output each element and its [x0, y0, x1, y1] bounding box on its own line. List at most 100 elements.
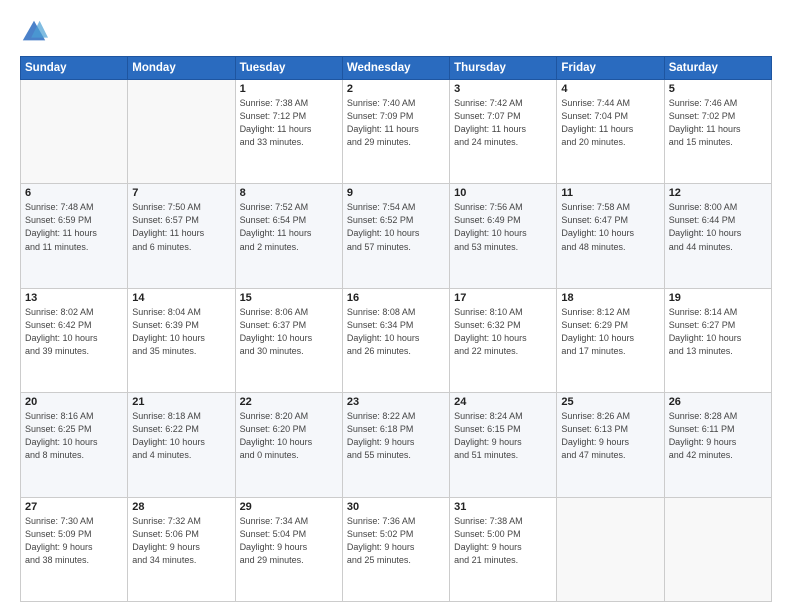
day-info: Sunrise: 8:06 AM Sunset: 6:37 PM Dayligh… — [240, 306, 338, 358]
day-number: 10 — [454, 187, 552, 199]
calendar-day-cell: 10 Sunrise: 7:56 AM Sunset: 6:49 PM Dayli… — [450, 184, 557, 288]
logo-icon — [20, 18, 48, 46]
calendar-day-cell: 20 Sunrise: 8:16 AM Sunset: 6:25 PM Dayli… — [21, 393, 128, 497]
day-number: 22 — [240, 396, 338, 408]
weekday-header-saturday: Saturday — [664, 57, 771, 80]
calendar-day-cell: 29 Sunrise: 7:34 AM Sunset: 5:04 PM Dayli… — [235, 497, 342, 601]
day-info: Sunrise: 8:14 AM Sunset: 6:27 PM Dayligh… — [669, 306, 767, 358]
day-number: 15 — [240, 292, 338, 304]
day-number: 7 — [132, 187, 230, 199]
day-info: Sunrise: 7:50 AM Sunset: 6:57 PM Dayligh… — [132, 201, 230, 253]
day-number: 31 — [454, 501, 552, 513]
calendar-day-cell: 16 Sunrise: 8:08 AM Sunset: 6:34 PM Dayli… — [342, 288, 449, 392]
calendar-week-row: 13Sunrise: 8:02 AM Sunset: 6:42 PM Dayli… — [21, 288, 772, 392]
calendar-day-cell: 9 Sunrise: 7:54 AM Sunset: 6:52 PM Daylig… — [342, 184, 449, 288]
calendar-day-cell: 4 Sunrise: 7:44 AM Sunset: 7:04 PM Daylig… — [557, 80, 664, 184]
day-info: Sunrise: 8:10 AM Sunset: 6:32 PM Dayligh… — [454, 306, 552, 358]
day-info: Sunrise: 8:22 AM Sunset: 6:18 PM Dayligh… — [347, 410, 445, 462]
calendar-day-cell: 28Sunrise: 7:32 AM Sunset: 5:06 PM Dayli… — [128, 497, 235, 601]
calendar-day-cell: 13Sunrise: 8:02 AM Sunset: 6:42 PM Dayli… — [21, 288, 128, 392]
calendar-table: SundayMondayTuesdayWednesdayThursdayFrid… — [20, 56, 772, 602]
day-info: Sunrise: 8:18 AM Sunset: 6:22 PM Dayligh… — [132, 410, 230, 462]
weekday-header-monday: Monday — [128, 57, 235, 80]
day-info: Sunrise: 8:00 AM Sunset: 6:44 PM Dayligh… — [669, 201, 767, 253]
weekday-header-sunday: Sunday — [21, 57, 128, 80]
day-number: 26 — [669, 396, 767, 408]
day-info: Sunrise: 7:56 AM Sunset: 6:49 PM Dayligh… — [454, 201, 552, 253]
calendar-day-cell: 8Sunrise: 7:52 AM Sunset: 6:54 PM Daylig… — [235, 184, 342, 288]
day-info: Sunrise: 8:20 AM Sunset: 6:20 PM Dayligh… — [240, 410, 338, 462]
logo — [20, 18, 52, 46]
day-number: 16 — [347, 292, 445, 304]
day-number: 11 — [561, 187, 659, 199]
day-number: 17 — [454, 292, 552, 304]
day-number: 25 — [561, 396, 659, 408]
day-info: Sunrise: 7:30 AM Sunset: 5:09 PM Dayligh… — [25, 515, 123, 567]
day-number: 6 — [25, 187, 123, 199]
calendar-day-cell: 23 Sunrise: 8:22 AM Sunset: 6:18 PM Dayli… — [342, 393, 449, 497]
calendar-day-cell: 5 Sunrise: 7:46 AM Sunset: 7:02 PM Daylig… — [664, 80, 771, 184]
day-info: Sunrise: 7:36 AM Sunset: 5:02 PM Dayligh… — [347, 515, 445, 567]
calendar-day-cell: 27 Sunrise: 7:30 AM Sunset: 5:09 PM Dayli… — [21, 497, 128, 601]
day-info: Sunrise: 8:12 AM Sunset: 6:29 PM Dayligh… — [561, 306, 659, 358]
day-info: Sunrise: 8:24 AM Sunset: 6:15 PM Dayligh… — [454, 410, 552, 462]
day-info: Sunrise: 7:58 AM Sunset: 6:47 PM Dayligh… — [561, 201, 659, 253]
day-number: 5 — [669, 83, 767, 95]
day-info: Sunrise: 7:38 AM Sunset: 5:00 PM Dayligh… — [454, 515, 552, 567]
day-info: Sunrise: 7:52 AM Sunset: 6:54 PM Dayligh… — [240, 201, 338, 253]
calendar-day-cell — [128, 80, 235, 184]
calendar-day-cell — [21, 80, 128, 184]
day-info: Sunrise: 7:46 AM Sunset: 7:02 PM Dayligh… — [669, 97, 767, 149]
calendar-week-row: 20 Sunrise: 8:16 AM Sunset: 6:25 PM Dayli… — [21, 393, 772, 497]
day-number: 18 — [561, 292, 659, 304]
day-number: 12 — [669, 187, 767, 199]
calendar-day-cell: 22 Sunrise: 8:20 AM Sunset: 6:20 PM Dayli… — [235, 393, 342, 497]
calendar-day-cell: 1Sunrise: 7:38 AM Sunset: 7:12 PM Daylig… — [235, 80, 342, 184]
day-info: Sunrise: 8:02 AM Sunset: 6:42 PM Dayligh… — [25, 306, 123, 358]
calendar-day-cell — [557, 497, 664, 601]
calendar-day-cell: 14 Sunrise: 8:04 AM Sunset: 6:39 PM Dayli… — [128, 288, 235, 392]
calendar-day-cell: 11 Sunrise: 7:58 AM Sunset: 6:47 PM Dayli… — [557, 184, 664, 288]
calendar-day-cell: 21Sunrise: 8:18 AM Sunset: 6:22 PM Dayli… — [128, 393, 235, 497]
day-number: 30 — [347, 501, 445, 513]
day-info: Sunrise: 7:54 AM Sunset: 6:52 PM Dayligh… — [347, 201, 445, 253]
day-info: Sunrise: 8:16 AM Sunset: 6:25 PM Dayligh… — [25, 410, 123, 462]
calendar-day-cell: 3Sunrise: 7:42 AM Sunset: 7:07 PM Daylig… — [450, 80, 557, 184]
calendar-day-cell: 7 Sunrise: 7:50 AM Sunset: 6:57 PM Daylig… — [128, 184, 235, 288]
day-info: Sunrise: 7:34 AM Sunset: 5:04 PM Dayligh… — [240, 515, 338, 567]
calendar-day-cell: 19 Sunrise: 8:14 AM Sunset: 6:27 PM Dayli… — [664, 288, 771, 392]
day-number: 4 — [561, 83, 659, 95]
calendar-week-row: 1Sunrise: 7:38 AM Sunset: 7:12 PM Daylig… — [21, 80, 772, 184]
day-info: Sunrise: 8:04 AM Sunset: 6:39 PM Dayligh… — [132, 306, 230, 358]
day-info: Sunrise: 7:48 AM Sunset: 6:59 PM Dayligh… — [25, 201, 123, 253]
day-number: 2 — [347, 83, 445, 95]
calendar-day-cell: 26Sunrise: 8:28 AM Sunset: 6:11 PM Dayli… — [664, 393, 771, 497]
calendar-day-cell: 17 Sunrise: 8:10 AM Sunset: 6:32 PM Dayli… — [450, 288, 557, 392]
day-number: 19 — [669, 292, 767, 304]
calendar-day-cell: 6 Sunrise: 7:48 AM Sunset: 6:59 PM Daylig… — [21, 184, 128, 288]
header — [20, 18, 772, 46]
day-number: 28 — [132, 501, 230, 513]
day-info: Sunrise: 7:44 AM Sunset: 7:04 PM Dayligh… — [561, 97, 659, 149]
day-number: 14 — [132, 292, 230, 304]
weekday-header-thursday: Thursday — [450, 57, 557, 80]
calendar-day-cell: 12 Sunrise: 8:00 AM Sunset: 6:44 PM Dayli… — [664, 184, 771, 288]
day-info: Sunrise: 8:08 AM Sunset: 6:34 PM Dayligh… — [347, 306, 445, 358]
day-number: 23 — [347, 396, 445, 408]
calendar-day-cell — [664, 497, 771, 601]
weekday-header-tuesday: Tuesday — [235, 57, 342, 80]
day-number: 20 — [25, 396, 123, 408]
day-number: 29 — [240, 501, 338, 513]
day-number: 27 — [25, 501, 123, 513]
day-number: 1 — [240, 83, 338, 95]
calendar-day-cell: 31 Sunrise: 7:38 AM Sunset: 5:00 PM Dayli… — [450, 497, 557, 601]
day-number: 24 — [454, 396, 552, 408]
calendar-day-cell: 25 Sunrise: 8:26 AM Sunset: 6:13 PM Dayli… — [557, 393, 664, 497]
page: SundayMondayTuesdayWednesdayThursdayFrid… — [0, 0, 792, 612]
calendar-day-cell: 18 Sunrise: 8:12 AM Sunset: 6:29 PM Dayli… — [557, 288, 664, 392]
day-info: Sunrise: 8:26 AM Sunset: 6:13 PM Dayligh… — [561, 410, 659, 462]
day-number: 9 — [347, 187, 445, 199]
calendar-week-row: 27 Sunrise: 7:30 AM Sunset: 5:09 PM Dayli… — [21, 497, 772, 601]
day-info: Sunrise: 7:40 AM Sunset: 7:09 PM Dayligh… — [347, 97, 445, 149]
calendar-day-cell: 30 Sunrise: 7:36 AM Sunset: 5:02 PM Dayli… — [342, 497, 449, 601]
